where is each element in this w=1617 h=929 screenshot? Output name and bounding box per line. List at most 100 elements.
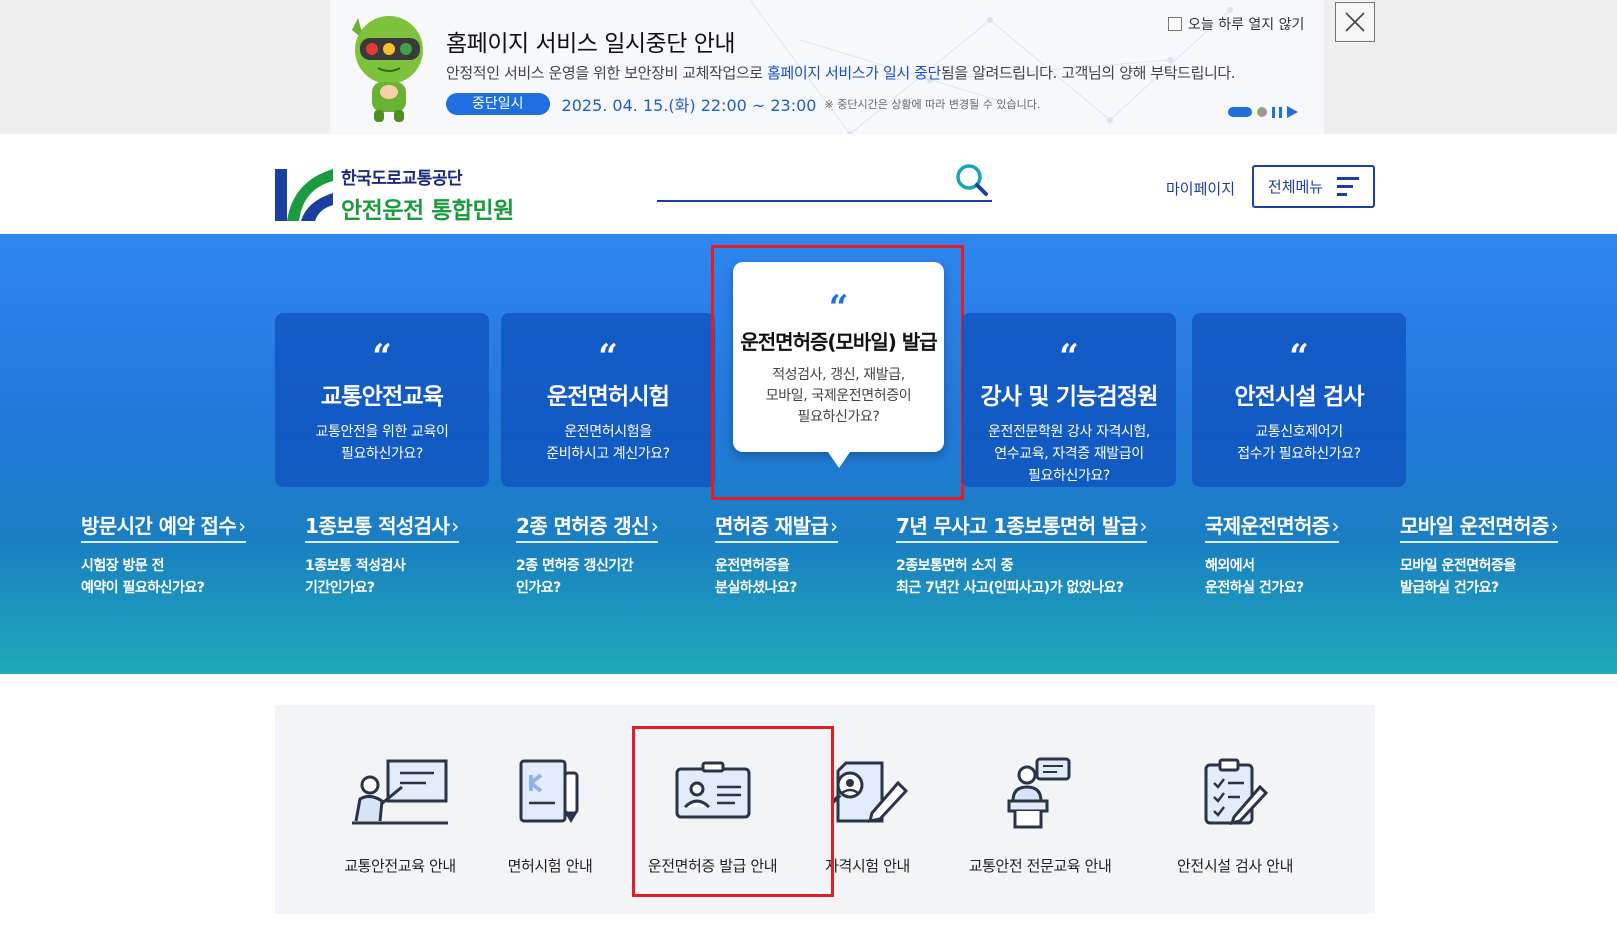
quick-link-desc: 최근 7년간 사고(인피사고)가 없었나요? <box>896 580 1124 596</box>
quick-link-desc: 모바일 운전면허증을 <box>1400 558 1516 574</box>
exam-search-icon <box>830 761 908 823</box>
notice-desc-part: 됨을 알려드립니다. 고객님의 양해 부탁드립니다. <box>940 64 1236 82</box>
card-title: 운전면허시험 <box>546 384 670 410</box>
quote-icon: “ <box>598 337 618 377</box>
card-desc-line: 모바일, 국제운전면허증이 <box>765 388 912 404</box>
site-header: 한국도로교통공단 안전운전 통합민원 마이페이지 전체메뉴 <box>0 134 1617 234</box>
notice-banner: 홈페이지 서비스 일시중단 안내 안정적인 서비스 운영을 위한 보안장비 교체… <box>0 0 1617 134</box>
quick-link-desc: 2종 면허증 갱신기간 <box>516 558 634 574</box>
quick-link-international-license[interactable]: 국제운전면허증 › 해외에서운전하실 건가요? <box>1205 510 1340 599</box>
notice-desc-highlight: 홈페이지 서비스가 일시 중단 <box>767 64 941 82</box>
quick-link-desc: 운전하실 건가요? <box>1205 580 1304 596</box>
service-safety-facility-guide[interactable]: 안전시설 검사 안내 <box>1140 705 1330 914</box>
card-desc-line: 운전면허시험을 <box>564 424 652 440</box>
dont-show-today-checkbox[interactable]: 오늘 하루 열지 않기 <box>1168 14 1304 34</box>
hamburger-icon <box>1337 177 1360 196</box>
service-traffic-education-guide[interactable]: 교통안전교육 안내 <box>315 705 485 914</box>
notice-close-button[interactable] <box>1335 2 1375 42</box>
quote-icon: “ <box>1059 337 1079 377</box>
quick-link-title: 7년 무사고 1종보통면허 발급 <box>896 514 1138 538</box>
play-icon[interactable] <box>1287 106 1298 118</box>
slide-indicator-active[interactable] <box>1228 107 1252 117</box>
service-label: 교통안전교육 안내 <box>344 857 456 875</box>
quick-link-desc: 인가요? <box>516 580 561 596</box>
quote-icon: “ <box>372 337 392 377</box>
lecturer-podium-icon <box>1007 757 1071 829</box>
quick-link-title: 2종 면허증 갱신 <box>516 514 649 538</box>
card-desc-line: 필요하신가요? <box>1028 468 1110 484</box>
card-desc-line: 운전전문학원 강사 자격시험, <box>988 424 1150 440</box>
mypage-link[interactable]: 마이페이지 <box>1166 178 1235 199</box>
quick-link-desc: 1종보통 적성검사 <box>305 558 406 574</box>
slider-controls <box>1228 106 1298 118</box>
quick-link-license-reissue[interactable]: 면허증 재발급 › 운전면허증을 분실하셨나요? <box>715 510 838 599</box>
all-menu-button[interactable]: 전체메뉴 <box>1252 165 1375 208</box>
card-desc: 교통신호제어기접수가 필요하신가요? <box>1192 421 1406 465</box>
koroad-logo-icon <box>275 168 333 221</box>
card-desc: 운전면허시험을준비하시고 계신가요? <box>501 421 715 465</box>
org-name: 한국도로교통공단 <box>341 169 463 189</box>
card-desc-line: 접수가 필요하신가요? <box>1237 446 1361 462</box>
chevron-right-icon: › <box>1139 514 1148 538</box>
card-desc-line: 적성검사, 갱신, 재발급, <box>772 367 905 383</box>
card-desc-line: 필요하신가요? <box>797 409 880 425</box>
chevron-right-icon: › <box>1550 514 1559 538</box>
pause-icon[interactable] <box>1272 106 1282 118</box>
quick-link-accident-free[interactable]: 7년 무사고 1종보통면허 발급 › 2종보통면허 소지 중최근 7년간 사고(인… <box>896 510 1148 599</box>
chevron-right-icon: › <box>238 514 246 538</box>
quick-link-aptitude-test[interactable]: 1종보통 적성검사 › 1종보통 적성검사 기간인가요? <box>305 510 459 599</box>
period-time: 2025. 04. 15.(화) 22:00 ~ 23:00 <box>561 96 817 115</box>
card-title: 강사 및 기능검정원 <box>980 384 1158 410</box>
all-menu-label: 전체메뉴 <box>1267 178 1324 196</box>
service-card-traffic-education[interactable]: “ 교통안전교육 교통안전을 위한 교육이 필요하신가요? <box>275 313 489 487</box>
site-logo[interactable]: 한국도로교통공단 안전운전 통합민원 <box>275 164 514 225</box>
quick-link-title: 면허증 재발급 <box>715 514 829 538</box>
card-desc-line: 교통신호제어기 <box>1255 424 1343 440</box>
card-title: 교통안전교육 <box>320 384 444 410</box>
site-name: 안전운전 통합민원 <box>341 198 514 224</box>
traffic-light-mascot-icon <box>352 16 423 122</box>
chevron-right-icon: › <box>1331 514 1340 538</box>
service-card-instructor[interactable]: “ 강사 및 기능검정원 운전전문학원 강사 자격시험, 연수교육, 자격증 재발… <box>962 313 1176 487</box>
search-button[interactable] <box>954 162 990 198</box>
quick-link-desc: 분실하셨나요? <box>715 580 797 596</box>
chevron-right-icon: › <box>451 514 459 538</box>
quick-link-desc: 기간인가요? <box>305 580 375 596</box>
slide-indicator[interactable] <box>1257 107 1267 117</box>
service-label: 면허시험 안내 <box>507 857 593 875</box>
service-license-exam-guide[interactable]: 면허시험 안내 <box>485 705 615 914</box>
quick-link-visit-reservation[interactable]: 방문시간 예약 접수 › 시험장 방문 전 예약이 필요하신가요? <box>81 510 246 599</box>
period-note: ※ 중단시간은 상황에 따라 변경될 수 있습니다. <box>824 98 1041 111</box>
quick-link-title: 모바일 운전면허증 <box>1400 514 1549 538</box>
card-desc: 적성검사, 갱신, 재발급, 모바일, 국제운전면허증이필요하신가요? <box>733 365 944 428</box>
quick-link-license-renewal[interactable]: 2종 면허증 갱신 › 2종 면허증 갱신기간인가요? <box>516 510 659 599</box>
card-desc-line: 준비하시고 계신가요? <box>546 446 670 462</box>
card-desc: 운전전문학원 강사 자격시험, 연수교육, 자격증 재발급이필요하신가요? <box>962 421 1176 487</box>
quick-link-desc: 발급하실 건가요? <box>1400 580 1499 596</box>
notice-period: 중단일시 2025. 04. 15.(화) 22:00 ~ 23:00 ※ 중단… <box>446 93 1040 115</box>
hero-section: “ 교통안전교육 교통안전을 위한 교육이 필요하신가요? “ 운전면허시험 운전… <box>0 234 1617 674</box>
service-card-license-issue[interactable]: “ 운전면허증(모바일) 발급 적성검사, 갱신, 재발급, 모바일, 국제운전면… <box>733 262 944 468</box>
card-desc: 교통안전을 위한 교육이 필요하신가요? <box>275 421 489 465</box>
service-card-safety-facility[interactable]: “ 안전시설 검사 교통신호제어기 접수가 필요하신가요? <box>1192 313 1406 487</box>
document-pencil-icon <box>519 759 579 823</box>
chevron-right-icon: › <box>650 514 659 538</box>
card-desc-line: 연수교육, 자격증 재발급이 <box>994 446 1144 462</box>
quick-link-desc: 운전면허증을 <box>715 558 790 574</box>
quick-link-desc: 2종보통면허 소지 중 <box>896 558 1014 574</box>
search-bar[interactable] <box>657 164 992 202</box>
close-icon <box>1345 12 1365 32</box>
card-desc-line: 교통안전을 위한 교육이 <box>315 424 449 440</box>
teacher-board-icon <box>352 759 448 825</box>
quick-link-desc: 해외에서 <box>1205 558 1255 574</box>
service-card-license-exam[interactable]: “ 운전면허시험 운전면허시험을준비하시고 계신가요? <box>501 313 715 487</box>
search-icon <box>956 164 988 196</box>
quick-link-mobile-license[interactable]: 모바일 운전면허증 › 모바일 운전면허증을발급하실 건가요? <box>1400 510 1559 599</box>
highlight-box <box>632 726 834 897</box>
notice-desc-part: 안정적인 서비스 운영을 위한 보안장비 교체작업으로 <box>446 64 768 82</box>
checkbox-box[interactable] <box>1168 17 1182 31</box>
quick-link-desc: 예약이 필요하신가요? <box>81 580 205 596</box>
dont-show-today-label: 오늘 하루 열지 않기 <box>1188 17 1305 33</box>
quick-link-title: 국제운전면허증 <box>1205 514 1330 538</box>
service-professional-education-guide[interactable]: 교통안전 전문교육 안내 <box>940 705 1140 914</box>
